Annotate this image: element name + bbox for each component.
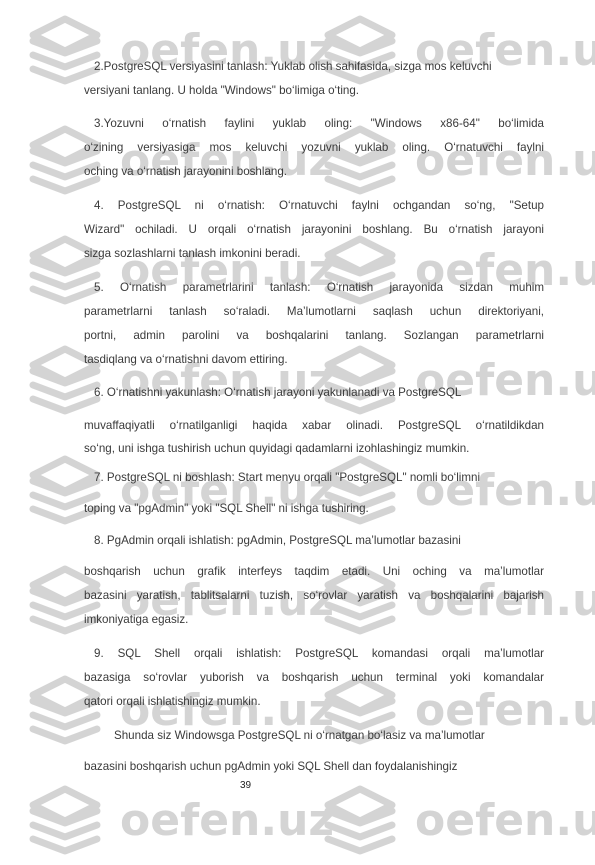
watermark-tile: oefen.uz (320, 785, 595, 865)
watermark-tile: oefen.uz (320, 455, 595, 535)
step-8-line-3: bazasini yaratish, tablitsalarni tuzish,… (84, 589, 544, 602)
stacked-layers-icon (324, 15, 396, 85)
step-7-line-2: toping va "pgAdmin" yoki "SQL Shell" ni … (84, 502, 369, 515)
stacked-layers-icon (324, 785, 396, 855)
step-2-line-2: versiyani tanlang. U holda "Windows" bo‘… (84, 84, 360, 97)
step-5-line-4: tasdiqlang va o‘rnatishni davom ettiring… (84, 353, 288, 366)
watermark-text: oefen.uz (415, 135, 595, 186)
step-8-line-1: 8. PgAdmin orqali ishlatish: pgAdmin, Po… (94, 534, 461, 547)
step-6-line-3: so‘ng, uni ishga tushirish uchun quyidag… (84, 442, 470, 455)
step-3-line-1: 3.Yozuvni o‘rnatish faylini yuklab oling… (94, 117, 544, 130)
step-4-line-3: sizga sozlashlarni tanlash imkonini bera… (84, 247, 301, 260)
step-6-line-1: 6. O‘rnatishni yakunlash: O‘rnatish jara… (94, 386, 462, 399)
page-number: 39 (240, 780, 252, 791)
step-3-line-2: o‘zining versiyasiga mos keluvchi yozuvn… (84, 141, 544, 154)
watermark-text: oefen.uz (120, 135, 335, 186)
stacked-layers-icon (29, 15, 101, 85)
conclusion-line-1: Shunda siz Windowsga PostgreSQL ni o‘rna… (114, 729, 485, 742)
step-9-line-3: qatori orqali ishlatishingiz mumkin. (84, 695, 261, 708)
step-4-line-1: 4. PostgreSQL ni o‘rnatish: O‘rnatuvchi … (94, 199, 544, 212)
watermark-tile: oefen.uz (25, 455, 334, 535)
watermark-tile: oefen.uz (320, 675, 595, 755)
stacked-layers-icon (324, 455, 396, 525)
step-8-line-2: boshqarish uchun grafik interfeys taqdim… (84, 565, 544, 578)
step-4-line-2: Wizard" ochiladi. U orqali o‘rnatish jar… (84, 223, 544, 236)
step-8-line-4: imkoniyatiga egasiz. (84, 613, 189, 626)
step-5-line-2: parametrlarni tanlash so‘raladi. Ma’lumo… (84, 305, 544, 318)
step-9-line-1: 9. SQL Shell orqali ishlatish: PostgreSQ… (94, 647, 544, 660)
stacked-layers-icon (29, 785, 101, 855)
step-9-line-2: bazasiga so‘rovlar yuborish va boshqaris… (84, 671, 544, 684)
stacked-layers-icon (29, 455, 101, 525)
step-2-line-1: 2.PostgreSQL versiyasini tanlash: Yuklab… (94, 60, 492, 73)
step-7-line-1: 7. PostgreSQL ni boshlash: Start menyu o… (94, 471, 481, 484)
watermark-tile: oefen.uz (25, 785, 334, 865)
document-page: oefen.uzoefen.uzoefen.uzoefen.uzoefen.uz… (0, 0, 595, 855)
step-6-line-2: muvaffaqiyatli o‘rnatilganligi haqida xa… (84, 419, 544, 432)
stacked-layers-icon (324, 675, 396, 745)
watermark-text: oefen.uz (120, 795, 335, 846)
watermark-tile: oefen.uz (320, 15, 595, 95)
step-5-line-1: 5. O‘rnatish parametrlarini tanlash: O‘r… (94, 281, 544, 294)
watermark-tile: oefen.uz (25, 15, 334, 95)
watermark-tile: oefen.uz (25, 675, 334, 755)
watermark-text: oefen.uz (415, 795, 595, 846)
conclusion-line-2: bazasini boshqarish uchun pgAdmin yoki S… (84, 760, 458, 773)
stacked-layers-icon (29, 675, 101, 745)
step-3-line-3: oching va o‘rnatish jarayonini boshlang. (84, 165, 288, 178)
step-5-line-3: portni, admin parolini va boshqalarini t… (84, 329, 544, 342)
